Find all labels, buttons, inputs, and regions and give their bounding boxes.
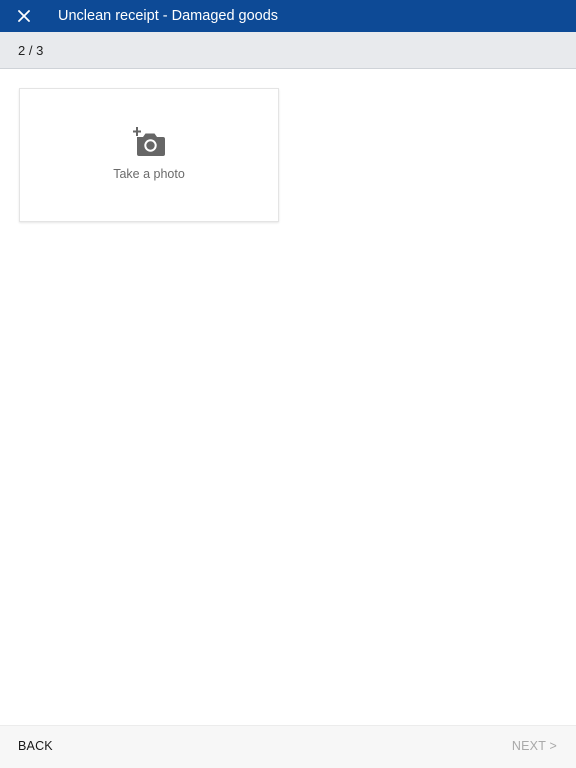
step-counter: 2 / 3 (18, 42, 44, 58)
step-indicator-bar: 2 / 3 (0, 32, 576, 69)
add-photo-camera-icon (133, 127, 165, 156)
app-root: Unclean receipt - Damaged goods 2 / 3 Ta… (0, 0, 576, 768)
back-button[interactable]: BACK (18, 739, 53, 753)
close-button[interactable] (0, 0, 48, 32)
close-icon (18, 10, 30, 22)
next-button[interactable]: NEXT > (512, 739, 557, 753)
footer-navigation: BACK NEXT > (0, 725, 576, 768)
page-title: Unclean receipt - Damaged goods (58, 8, 279, 24)
take-photo-label: Take a photo (113, 167, 185, 181)
take-photo-card[interactable]: Take a photo (19, 88, 279, 222)
app-header: Unclean receipt - Damaged goods (0, 0, 576, 32)
